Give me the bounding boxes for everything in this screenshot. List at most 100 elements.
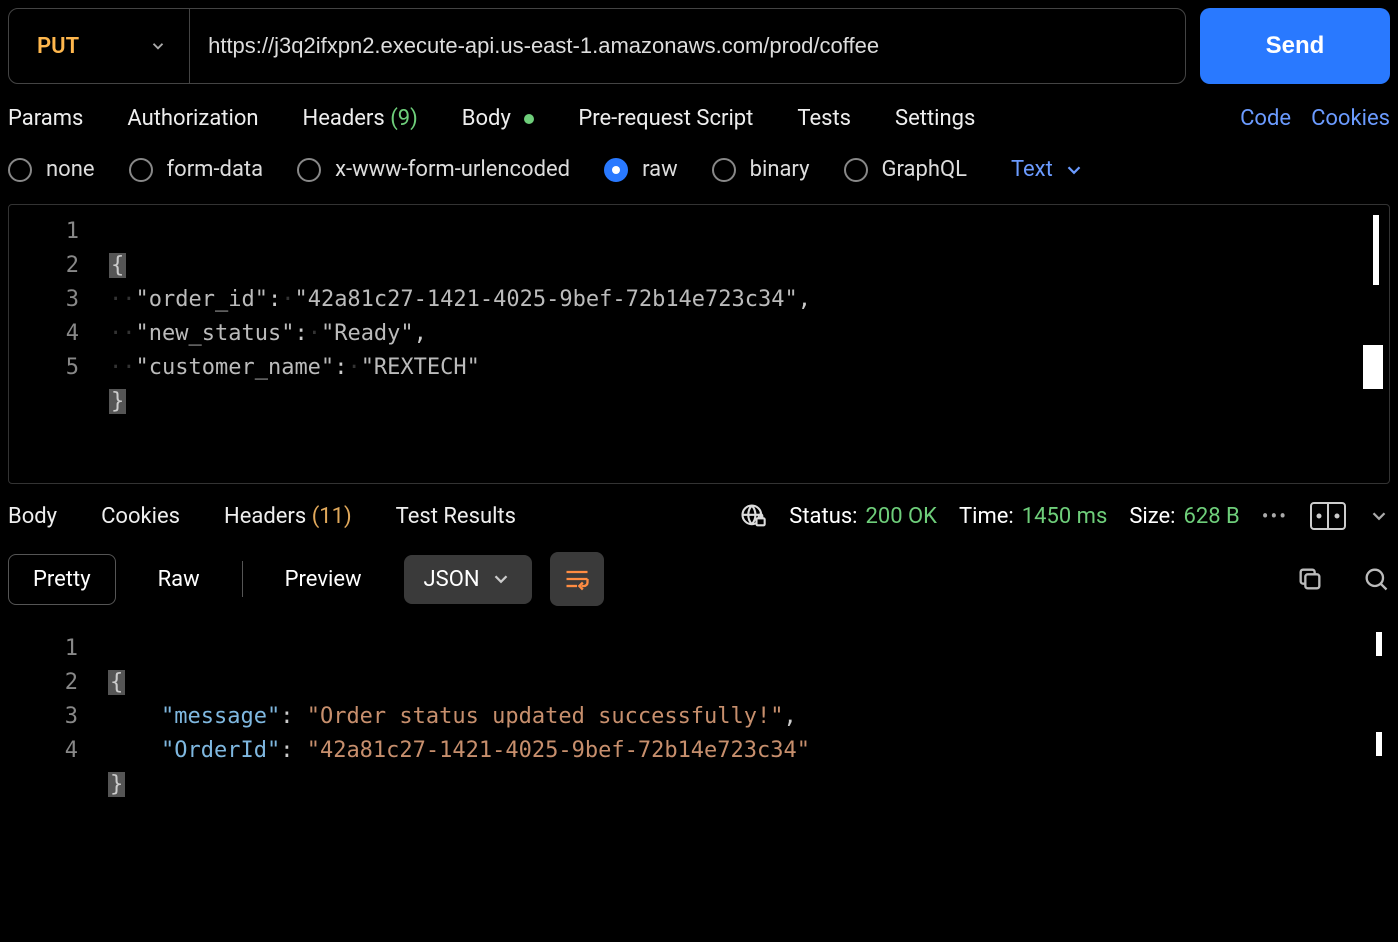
scrollbar-thumb[interactable] [1376, 732, 1382, 756]
response-format-label: JSON [424, 567, 480, 592]
tab-settings[interactable]: Settings [895, 106, 975, 131]
body-type-urlencoded[interactable]: x-www-form-urlencoded [297, 157, 570, 182]
size-value: 628 B [1183, 504, 1239, 529]
body-type-none[interactable]: none [8, 157, 95, 182]
tab-headers[interactable]: Headers (9) [303, 106, 418, 131]
body-type-urlencoded-label: x-www-form-urlencoded [335, 157, 570, 182]
body-type-form-data-label: form-data [167, 157, 264, 182]
search-icon[interactable] [1362, 565, 1390, 593]
response-tab-test-results[interactable]: Test Results [396, 504, 516, 529]
radio-icon [604, 158, 628, 182]
chevron-down-icon [149, 37, 167, 55]
url-input[interactable] [190, 9, 1185, 83]
request-tabs: Params Authorization Headers (9) Body Pr… [8, 106, 1390, 131]
json-key: "customer_name" [136, 355, 335, 380]
scrollbar-thumb[interactable] [1373, 215, 1379, 285]
time-label: Time: [959, 504, 1014, 529]
body-format-label: Text [1011, 157, 1053, 182]
status-value: 200 OK [866, 504, 938, 529]
body-type-binary-label: binary [750, 157, 810, 182]
line-number: 4 [8, 734, 78, 768]
view-pretty-button[interactable]: Pretty [8, 554, 116, 605]
wrap-lines-button[interactable] [550, 552, 604, 606]
brace-close: } [108, 772, 125, 797]
response-actions-right [1296, 565, 1390, 593]
response-view-controls: Pretty Raw Preview JSON [8, 552, 1390, 606]
more-icon[interactable]: ••• [1262, 504, 1288, 528]
response-tab-headers[interactable]: Headers (11) [224, 504, 352, 529]
response-tabs: Body Cookies Headers (11) Test Results S… [8, 502, 1390, 530]
divider [242, 561, 243, 597]
json-value: "Order status updated successfully!" [307, 704, 784, 729]
cookies-link[interactable]: Cookies [1311, 106, 1390, 131]
view-raw-button[interactable]: Raw [134, 555, 224, 604]
body-type-graphql[interactable]: GraphQL [844, 157, 967, 182]
body-type-binary[interactable]: binary [712, 157, 810, 182]
line-number: 1 [8, 632, 78, 666]
body-type-form-data[interactable]: form-data [129, 157, 264, 182]
line-number: 3 [9, 283, 79, 317]
line-number: 3 [8, 700, 78, 734]
code-area[interactable]: { ··"order_id":·"42a81c27-1421-4025-9bef… [99, 205, 1389, 483]
response-tab-body[interactable]: Body [8, 504, 57, 529]
send-button[interactable]: Send [1200, 8, 1390, 84]
chevron-down-icon [1063, 159, 1085, 181]
line-number: 2 [8, 666, 78, 700]
tab-body[interactable]: Body [462, 106, 535, 131]
copy-icon[interactable] [1296, 565, 1324, 593]
body-type-row: none form-data x-www-form-urlencoded raw… [8, 157, 1390, 182]
tab-headers-label: Headers [303, 106, 385, 131]
body-active-dot-icon [524, 114, 534, 124]
response-tab-headers-label: Headers [224, 504, 306, 529]
view-preview-button[interactable]: Preview [261, 555, 386, 604]
body-format-select[interactable]: Text [1011, 157, 1085, 182]
brace-open: { [109, 253, 126, 278]
tab-params[interactable]: Params [8, 106, 83, 131]
json-key: "OrderId" [161, 738, 280, 763]
tabs-right-group: Code Cookies [1240, 106, 1390, 131]
json-value: "42a81c27-1421-4025-9bef-72b14e723c34" [294, 287, 797, 312]
json-value: "REXTECH" [361, 355, 480, 380]
request-bar: PUT Send [8, 8, 1390, 84]
globe-lock-icon[interactable] [739, 502, 767, 530]
http-method-label: PUT [37, 34, 79, 59]
scrollbar-thumb[interactable] [1376, 632, 1382, 656]
panel-toggle-icon[interactable] [1310, 502, 1346, 530]
status-block: Status: 200 OK Time: 1450 ms Size: 628 B… [739, 502, 1390, 530]
tab-tests[interactable]: Tests [797, 106, 851, 131]
response-headers-count: (11) [312, 504, 352, 529]
chevron-down-icon [490, 568, 512, 590]
line-number: 5 [9, 351, 79, 385]
body-type-none-label: none [46, 157, 95, 182]
line-number: 2 [9, 249, 79, 283]
json-value: "42a81c27-1421-4025-9bef-72b14e723c34" [307, 738, 810, 763]
headers-count: (9) [390, 106, 418, 131]
body-type-raw[interactable]: raw [604, 157, 678, 182]
json-key: "order_id" [136, 287, 268, 312]
status-label: Status: [789, 504, 857, 529]
tab-prerequest[interactable]: Pre-request Script [578, 106, 753, 131]
line-number: 4 [9, 317, 79, 351]
body-type-raw-label: raw [642, 157, 678, 182]
brace-open: { [108, 670, 125, 695]
line-gutter: 1 2 3 4 [8, 622, 98, 802]
radio-icon [297, 158, 321, 182]
code-link[interactable]: Code [1240, 106, 1291, 131]
request-body-editor[interactable]: 1 2 3 4 5 { ··"order_id":·"42a81c27-1421… [8, 204, 1390, 484]
body-type-graphql-label: GraphQL [882, 157, 967, 182]
tabs-left-group: Params Authorization Headers (9) Body Pr… [8, 106, 975, 131]
json-key: "new_status" [136, 321, 295, 346]
radio-icon [8, 158, 32, 182]
size-label: Size: [1129, 504, 1175, 529]
code-area: { "message": "Order status updated succe… [98, 622, 1390, 802]
line-number: 1 [9, 215, 79, 249]
radio-icon [129, 158, 153, 182]
brace-close: } [109, 389, 126, 414]
chevron-down-icon[interactable] [1368, 505, 1390, 527]
tab-authorization[interactable]: Authorization [127, 106, 258, 131]
time-value: 1450 ms [1022, 504, 1108, 529]
response-format-select[interactable]: JSON [404, 555, 532, 604]
http-method-select[interactable]: PUT [9, 9, 190, 83]
json-value: "Ready" [321, 321, 414, 346]
response-body-viewer[interactable]: 1 2 3 4 { "message": "Order status updat… [8, 622, 1390, 802]
